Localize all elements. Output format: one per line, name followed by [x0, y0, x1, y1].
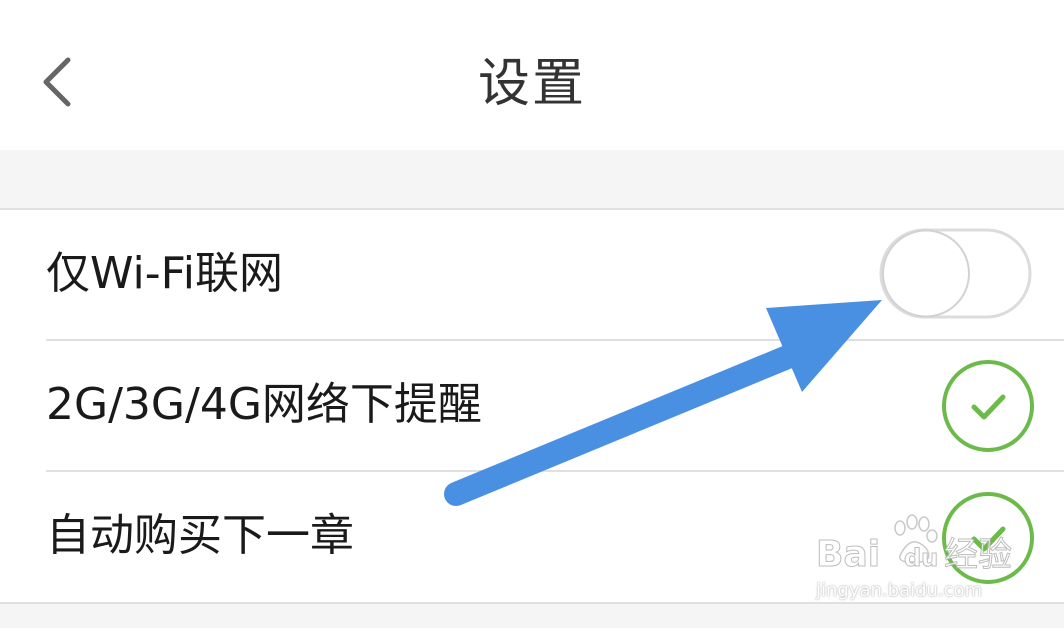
svg-text:经验: 经验	[944, 535, 1012, 575]
setting-row-network-reminder[interactable]: 2G/3G/4G网络下提醒	[0, 341, 1064, 472]
setting-label: 自动购买下一章	[46, 510, 354, 561]
network-reminder-checkbox[interactable]	[941, 359, 1035, 453]
svg-text:du: du	[904, 544, 938, 572]
setting-label: 仅Wi-Fi联网	[46, 248, 283, 299]
checkmark-icon	[942, 360, 1034, 452]
watermark-logo: Bai du 经验	[816, 514, 1013, 576]
setting-label: 2G/3G/4G网络下提醒	[46, 379, 482, 430]
wifi-only-toggle[interactable]	[879, 228, 1032, 319]
bottom-section	[0, 602, 1064, 628]
nav-header: 设置	[0, 0, 1064, 150]
watermark-url: jingyan.baidu.com	[816, 580, 983, 601]
baidu-jingyan-watermark: Bai du 经验 jingyan.baidu.com	[812, 512, 1052, 602]
section-spacer	[0, 150, 1064, 210]
page-title: 设置	[477, 54, 586, 114]
svg-text:Bai: Bai	[816, 534, 880, 575]
toggle-knob	[882, 229, 970, 318]
